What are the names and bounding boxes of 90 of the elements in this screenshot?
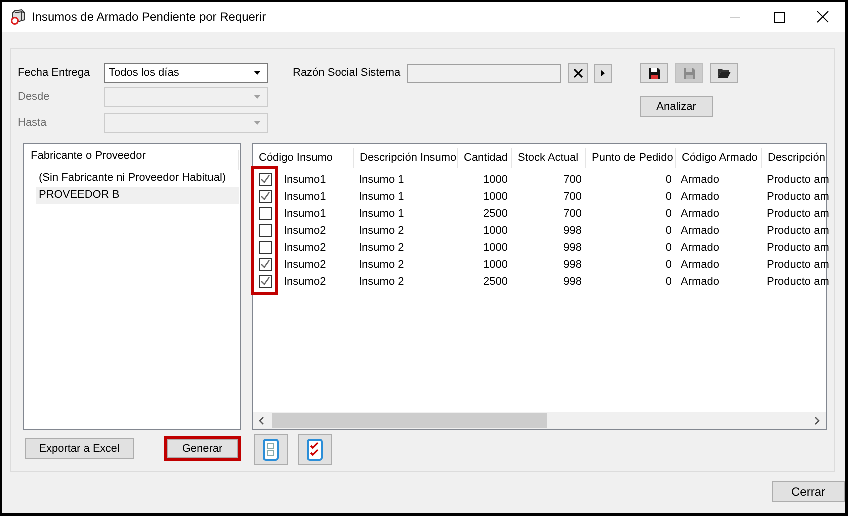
close-button[interactable]: Cerrar — [772, 481, 845, 502]
table-cell-text: Armado — [680, 174, 721, 186]
table-cell-text: 0 — [664, 208, 673, 220]
table-cell-text: Insumo1 — [283, 174, 328, 186]
field-label: Fecha Entrega — [18, 67, 92, 79]
table-cell-text: Armado — [680, 190, 721, 202]
list-item[interactable]: (Sin Fabricante ni Proveedor Habitual) — [36, 170, 239, 187]
column-header[interactable]: Stock Actual — [512, 148, 586, 168]
column-header[interactable]: Código Insumo — [253, 148, 354, 168]
checkbox[interactable] — [259, 207, 272, 220]
close-icon[interactable] — [817, 11, 829, 23]
table-cell-text: Insumo1 — [283, 208, 328, 220]
table-cell-text: 2500 — [482, 208, 509, 220]
table-cell-text: Armado — [680, 258, 721, 270]
table-cell-text: Insumo2 — [283, 224, 328, 236]
table-cell-text: 1000 — [482, 174, 509, 186]
table-cell-text: Insumo 1 — [358, 174, 406, 186]
table-cell-text: 0 — [664, 174, 673, 186]
table-cell-text: 0 — [664, 242, 673, 254]
field-label: Razón Social Sistema — [293, 67, 402, 79]
field-label: Desde — [18, 90, 51, 102]
table-cell-text: 998 — [562, 276, 583, 288]
table-cell-text: Insumo 1 — [358, 208, 406, 220]
column-header[interactable]: Fabricante o Proveedor — [25, 150, 239, 170]
play-icon — [601, 70, 605, 76]
table-cell-text: 998 — [562, 224, 583, 236]
next-button[interactable] — [594, 64, 612, 82]
table-cell-text: 998 — [562, 242, 583, 254]
horizontal-scrollbar[interactable] — [253, 412, 826, 429]
checkbox[interactable] — [259, 224, 272, 237]
table-cell-text: Insumo 1 — [358, 190, 406, 202]
generate-button[interactable]: Generar — [164, 436, 241, 461]
table-cell-text: 1000 — [482, 258, 509, 270]
analyze-button[interactable]: Analizar — [640, 96, 713, 117]
document-icon — [263, 438, 279, 460]
checkbox[interactable] — [259, 275, 272, 288]
table-cell-text: Insumo1 — [283, 190, 328, 202]
table-cell-text: 700 — [562, 208, 583, 220]
table-cell-text: 0 — [664, 276, 673, 288]
list-item[interactable]: PROVEEDOR B — [36, 187, 239, 204]
clear-button[interactable] — [568, 63, 588, 83]
checkbox[interactable] — [259, 173, 272, 186]
column-header[interactable]: Descripción — [762, 148, 825, 168]
close-icon — [574, 68, 582, 78]
table-cell-text: Armado — [680, 242, 721, 254]
save-icon — [682, 66, 696, 80]
column-header[interactable]: Punto de Pedido — [586, 148, 676, 168]
table-cell-text: 998 — [562, 258, 583, 270]
document-button[interactable] — [254, 434, 288, 465]
save-button[interactable] — [640, 63, 668, 83]
caret-icon — [254, 71, 261, 75]
table-cell-text: 0 — [664, 190, 673, 202]
checkbox[interactable] — [259, 190, 272, 203]
column-header[interactable]: Cantidad — [458, 148, 512, 168]
field-label: Hasta — [18, 117, 48, 129]
table-cell-text: Insumo2 — [283, 242, 328, 254]
checkbox[interactable] — [259, 258, 272, 271]
table-cell-text: Insumo 2 — [358, 242, 406, 254]
table-cell-text: 0 — [664, 258, 673, 270]
checkbox[interactable] — [259, 241, 272, 254]
table-cell-text: Insumo 2 — [358, 258, 406, 270]
caret-icon — [254, 121, 261, 125]
caret-icon — [254, 94, 261, 98]
table-cell-text: Insumo 2 — [358, 224, 406, 236]
checklist-icon — [307, 438, 323, 460]
table-cell-text: Armado — [680, 224, 721, 236]
table-cell-text: Insumo 2 — [358, 276, 406, 288]
table-cell-text: Insumo2 — [283, 258, 328, 270]
column-header[interactable]: Descripción Insumo — [354, 148, 458, 168]
dropdown[interactable]: Todos los días — [104, 63, 268, 83]
table-cell-text: 0 — [664, 224, 673, 236]
table-cell-text: 2500 — [482, 276, 509, 288]
column-header[interactable]: Código Armado — [676, 148, 762, 168]
table-cell-text: 1000 — [482, 242, 509, 254]
checklist-button[interactable] — [298, 434, 332, 465]
table-cell-text: Armado — [680, 276, 721, 288]
maximize-icon[interactable] — [774, 12, 784, 22]
export-button[interactable]: Exportar a Excel — [25, 438, 134, 459]
table-cell-text: 700 — [562, 190, 583, 202]
folder-icon — [716, 67, 732, 79]
app-icon — [10, 9, 26, 25]
table-cell-text: 1000 — [482, 190, 509, 202]
open-button[interactable] — [710, 63, 738, 83]
table-cell-text: 1000 — [482, 224, 509, 236]
save-icon — [648, 66, 660, 80]
table-cell-text: Armado — [680, 208, 721, 220]
table-cell-text: 700 — [562, 174, 583, 186]
company-name-field[interactable] — [407, 64, 561, 82]
table-cell-text: Insumo2 — [283, 276, 328, 288]
window-title: Insumos de Armado Pendiente por Requerir — [32, 10, 268, 24]
